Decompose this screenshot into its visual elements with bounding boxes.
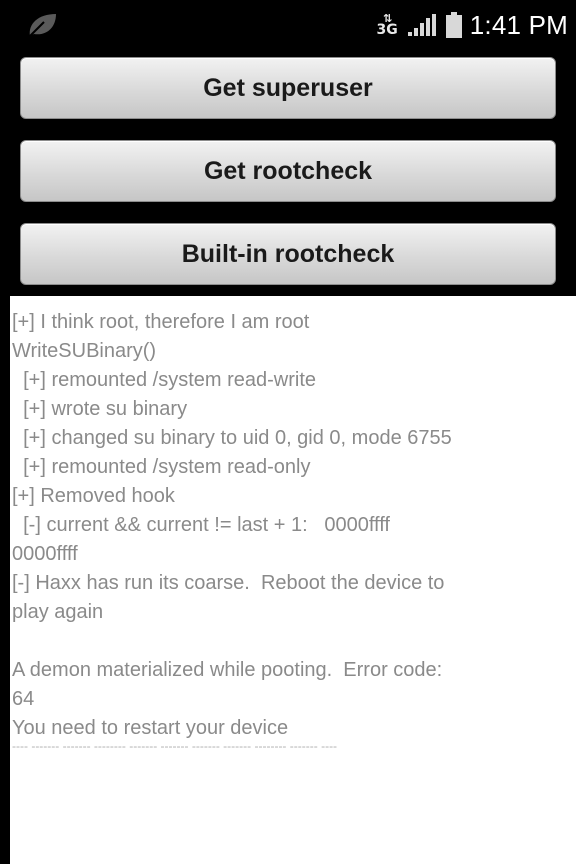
builtin-rootcheck-button[interactable]: Built-in rootcheck — [20, 223, 556, 285]
log-line: [-] Haxx has run its coarse. Reboot the … — [12, 572, 445, 594]
signal-strength-icon — [407, 14, 436, 36]
status-icons: ⇅ 3G 1:41 PM — [377, 4, 568, 46]
get-rootcheck-button[interactable]: Get rootcheck — [20, 140, 556, 202]
log-line: play again — [12, 601, 104, 623]
network-type-label: 3G — [376, 22, 398, 38]
screen: ⇅ 3G 1:41 PM Get superuser Get rootcheck… — [0, 0, 576, 864]
log-line: [+] I think root, therefore I am root — [12, 311, 310, 333]
log-line: [+] changed su binary to uid 0, gid 0, m… — [12, 427, 452, 449]
action-buttons: Get superuser Get rootcheck Built-in roo… — [0, 50, 576, 290]
clock: 1:41 PM — [469, 9, 568, 40]
battery-icon — [445, 12, 462, 38]
log-line: [+] remounted /system read-write — [12, 369, 317, 391]
log-output: [+] I think root, therefore I am root Wr… — [10, 296, 576, 864]
log-line: [+] remounted /system read-only — [12, 456, 311, 478]
log-line: 0000ffff — [12, 543, 78, 565]
leaf-icon — [29, 14, 56, 37]
log-line: 64 — [12, 688, 35, 710]
log-line: [-] current && current != last + 1: 0000… — [12, 514, 390, 536]
log-line: A demon materialized while pooting. Erro… — [12, 659, 443, 681]
log-line: [+] Removed hook — [12, 485, 175, 507]
log-line: [+] wrote su binary — [12, 398, 188, 420]
log-line: WriteSUBinary() — [12, 340, 157, 362]
get-superuser-button[interactable]: Get superuser — [20, 57, 556, 119]
log-separator: ---- ------- ------- -------- ------- --… — [12, 739, 338, 753]
status-bar: ⇅ 3G 1:41 PM — [0, 0, 576, 50]
network-3g-icon: ⇅ 3G — [376, 12, 398, 38]
